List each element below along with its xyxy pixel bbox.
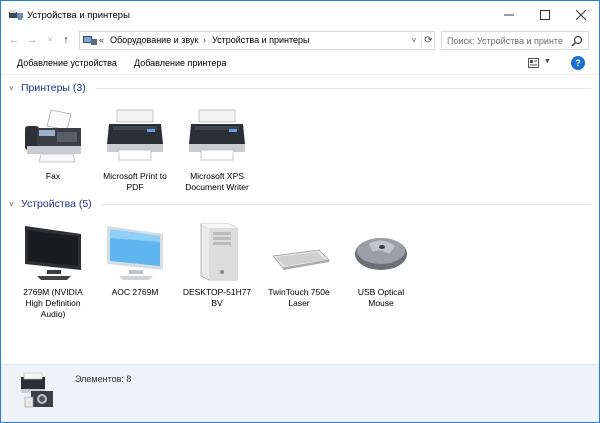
refresh-icon[interactable]: ⟳ (421, 33, 435, 48)
item-count: Элементов: 8 (75, 374, 132, 384)
device-tile-aoc-monitor[interactable]: AOC 2769M (98, 220, 172, 298)
fax-icon (21, 104, 85, 168)
devices-printers-icon (9, 10, 23, 20)
device-label: Microsoft Print to PDF (103, 171, 167, 192)
computer-tower-icon (185, 220, 249, 284)
devices-printers-large-icon (21, 372, 53, 408)
device-tile-print-to-pdf[interactable]: Microsoft Print to PDF (98, 104, 172, 193)
control-panel-icon (83, 36, 97, 45)
group-divider (101, 204, 591, 205)
view-dropdown-icon[interactable]: ▼ (544, 58, 551, 65)
add-printer-button[interactable]: Добавление принтера (134, 58, 226, 68)
forward-button[interactable]: → (25, 32, 39, 48)
maximize-icon (540, 9, 550, 20)
add-device-button[interactable]: Добавление устройства (17, 58, 117, 68)
device-label: 2769M (NVIDIA High Definition Audio) (23, 287, 83, 319)
window-title: Устройства и принтеры (27, 10, 130, 21)
minimize-icon (504, 14, 514, 15)
help-icon[interactable]: ? (571, 56, 585, 70)
device-list: ˅ Принтеры (3) Fax Microsoft Print to PD… (1, 76, 599, 364)
address-bar[interactable]: « Оборудование и звук › Устройства и при… (79, 31, 435, 50)
group-title: Принтеры (3) (21, 82, 86, 94)
group-title: Устройства (5) (21, 198, 92, 210)
device-label: TwinTouch 750e Laser (268, 287, 330, 308)
title-bar: Устройства и принтеры (1, 1, 599, 28)
group-header-printers[interactable]: ˅ Принтеры (3) (9, 82, 86, 94)
device-tile-xps-writer[interactable]: Microsoft XPS Document Writer (180, 104, 254, 193)
view-options-icon[interactable] (528, 58, 539, 68)
breadcrumb-separator[interactable]: › (203, 35, 206, 45)
chevron-down-icon[interactable]: ˅ (408, 34, 420, 47)
breadcrumb-hardware-sound[interactable]: Оборудование и звук (110, 35, 198, 45)
devices-printers-window: Устройства и принтеры ← → ˅ ↑ « Оборудов… (0, 0, 600, 423)
group-divider (95, 88, 591, 89)
recent-locations-button[interactable]: ˅ (43, 32, 57, 48)
device-tile-nvidia-audio[interactable]: 2769M (NVIDIA High Definition Audio) (16, 220, 90, 320)
device-tile-desktop[interactable]: DESKTOP-51H77 BV (180, 220, 254, 309)
maximize-button[interactable] (527, 1, 563, 28)
close-button[interactable] (563, 1, 599, 28)
device-label: DESKTOP-51H77 BV (182, 287, 252, 308)
close-icon (576, 9, 586, 20)
device-label: Fax (45, 171, 61, 181)
up-button[interactable]: ↑ (59, 32, 73, 48)
keyboard-icon (267, 220, 331, 284)
breadcrumb-devices-printers[interactable]: Устройства и принтеры (212, 35, 310, 45)
mouse-icon (349, 220, 413, 284)
device-label: AOC 2769M (111, 287, 159, 297)
breadcrumb-overflow[interactable]: « (99, 35, 104, 45)
device-label: Microsoft XPS Document Writer (185, 171, 249, 192)
device-label: USB Optical Mouse (357, 287, 405, 308)
details-pane: Элементов: 8 (1, 364, 599, 422)
minimize-button[interactable] (491, 1, 527, 28)
device-tile-mouse[interactable]: USB Optical Mouse (344, 220, 418, 309)
navigation-bar: ← → ˅ ↑ « Оборудование и звук › Устройст… (1, 28, 599, 53)
monitor-dark-icon (21, 220, 85, 284)
search-placeholder: Поиск: Устройства и принте (447, 36, 563, 46)
printer-icon (103, 104, 167, 168)
monitor-blue-icon (103, 220, 167, 284)
group-header-devices[interactable]: ˅ Устройства (5) (9, 198, 92, 210)
chevron-down-icon[interactable]: ˅ (9, 84, 19, 93)
printer-icon (185, 104, 249, 168)
chevron-down-icon[interactable]: ˅ (9, 200, 19, 209)
search-input[interactable]: Поиск: Устройства и принте (441, 31, 589, 50)
back-button[interactable]: ← (7, 32, 21, 48)
device-tile-keyboard[interactable]: TwinTouch 750e Laser (262, 220, 336, 309)
search-icon[interactable] (571, 35, 583, 47)
command-bar: Добавление устройства Добавление принтер… (1, 53, 599, 75)
device-tile-fax[interactable]: Fax (16, 104, 90, 182)
